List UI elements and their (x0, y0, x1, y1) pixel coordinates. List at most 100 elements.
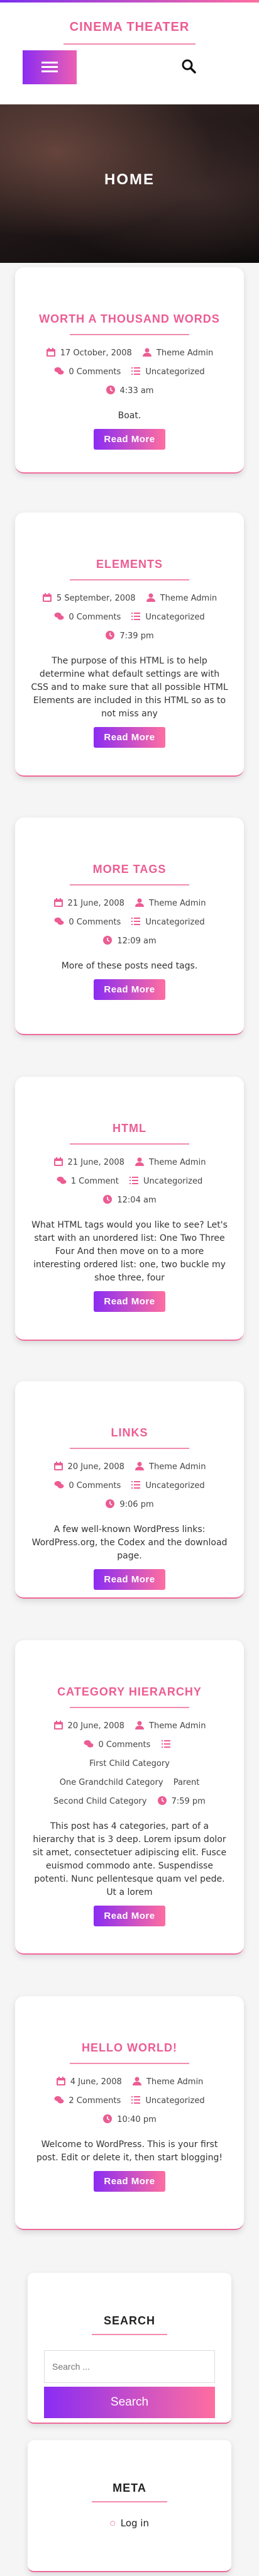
post-title[interactable]: MORE TAGS (30, 862, 229, 877)
post-title[interactable]: HTML (30, 1121, 229, 1136)
search-submit-button[interactable]: Search (44, 2387, 215, 2418)
user-icon (135, 1462, 145, 1470)
post-author[interactable]: Theme Admin (160, 594, 217, 603)
search-icon[interactable] (179, 57, 199, 77)
post-comments[interactable]: 0 Comments (69, 918, 121, 927)
post-card: WORTH A THOUSAND WORDS 17 October, 2008 … (15, 267, 244, 474)
user-icon (132, 2077, 141, 2085)
post-excerpt: What HTML tags would you like to see? Le… (31, 1220, 228, 1283)
post-author[interactable]: Theme Admin (149, 1158, 206, 1167)
post-comments[interactable]: 0 Comments (69, 613, 121, 622)
post-card: HTML 21 June, 2008 Theme Admin 1 Comment… (15, 1077, 244, 1341)
post-title[interactable]: WORTH A THOUSAND WORDS (30, 311, 229, 326)
calendar-icon (53, 1157, 63, 1166)
login-link-label[interactable]: Log in (121, 2518, 149, 2529)
widget-divider (92, 2501, 167, 2502)
post-title[interactable]: LINKS (30, 1425, 229, 1440)
post-excerpt: A few well-known WordPress links: WordPr… (31, 1524, 228, 1561)
post-time: 12:04 am (117, 1196, 157, 1205)
comments-icon (54, 2096, 64, 2104)
read-more-button[interactable]: Read More (94, 727, 165, 748)
post-comments[interactable]: 0 Comments (69, 1481, 121, 1491)
post-comments[interactable]: 2 Comments (69, 2096, 121, 2106)
read-more-button[interactable]: Read More (94, 2171, 165, 2192)
search-input[interactable] (44, 2350, 215, 2383)
post-excerpt: The purpose of this HTML is to help dete… (31, 656, 228, 719)
post-date[interactable]: 21 June, 2008 (68, 899, 124, 908)
category-link[interactable]: First Child Category (89, 1755, 170, 1774)
post-excerpt: More of these posts need tags. (61, 961, 198, 971)
calendar-icon (53, 898, 63, 907)
post-category[interactable]: Uncategorized (145, 613, 204, 622)
read-more-button[interactable]: Read More (94, 1291, 165, 1312)
post-category[interactable]: Uncategorized (145, 2096, 204, 2106)
category-link[interactable]: Second Child Category (53, 1792, 146, 1811)
clock-icon (103, 2114, 113, 2123)
calendar-icon (53, 1462, 63, 1470)
category-link[interactable]: Parent (174, 1774, 200, 1792)
post-author[interactable]: Theme Admin (157, 348, 213, 358)
post-category[interactable]: Uncategorized (145, 1481, 204, 1491)
list-icon (130, 1177, 139, 1184)
post-title[interactable]: HELLO WORLD! (30, 2040, 229, 2055)
menu-button[interactable] (23, 50, 77, 84)
post-date[interactable]: 20 June, 2008 (68, 1721, 124, 1731)
clock-icon (157, 1796, 167, 1805)
user-icon (135, 1157, 145, 1166)
post-author[interactable]: Theme Admin (149, 1721, 206, 1731)
post-comments[interactable]: 0 Comments (98, 1740, 150, 1750)
post-author[interactable]: Theme Admin (149, 899, 206, 908)
post-title-divider (70, 884, 189, 886)
read-more-button[interactable]: Read More (94, 979, 165, 1000)
post-excerpt: Welcome to WordPress. This is your first… (36, 2140, 223, 2163)
post-excerpt: This post has 4 categories, part of a hi… (32, 1821, 227, 1897)
widget-divider (92, 2334, 167, 2335)
clock-icon (106, 1499, 115, 1508)
widget-title: META (113, 2482, 146, 2494)
post-title[interactable]: ELEMENTS (30, 557, 229, 572)
post-date[interactable]: 17 October, 2008 (60, 348, 132, 358)
site-header: CINEMA THEATER (0, 3, 259, 104)
calendar-icon (53, 1721, 63, 1729)
post-time: 9:06 pm (119, 1500, 154, 1509)
search-widget: SEARCH Search (28, 2273, 231, 2424)
post-comments[interactable]: 1 Comment (71, 1177, 119, 1186)
clock-icon (103, 936, 113, 945)
post-meta: 5 September, 2008 Theme Admin 0 Comments… (30, 589, 229, 646)
post-title-divider (70, 334, 189, 335)
post-title[interactable]: CATEGORY HIERARCHY (30, 1684, 229, 1699)
post-card: CATEGORY HIERARCHY 20 June, 2008 Theme A… (15, 1640, 244, 1955)
post-title-divider (70, 579, 189, 580)
site-title[interactable]: CINEMA THEATER (0, 3, 259, 35)
post-meta: 17 October, 2008 Theme Admin 0 Comments … (30, 344, 229, 401)
read-more-button[interactable]: Read More (94, 429, 165, 450)
widget-title: SEARCH (103, 2314, 155, 2327)
hamburger-icon (41, 62, 58, 73)
login-link[interactable]: ○ Log in (44, 2518, 215, 2529)
post-card: ELEMENTS 5 September, 2008 Theme Admin 0… (15, 513, 244, 777)
post-time: 10:40 pm (117, 2115, 157, 2124)
post-author[interactable]: Theme Admin (146, 2077, 203, 2087)
read-more-button[interactable]: Read More (94, 1569, 165, 1590)
category-link[interactable]: One Grandchild Category (60, 1774, 163, 1792)
bullet-icon: ○ (110, 2520, 116, 2527)
post-excerpt: Boat. (118, 411, 141, 421)
post-date[interactable]: 4 June, 2008 (70, 2077, 122, 2087)
post-date[interactable]: 20 June, 2008 (68, 1462, 124, 1472)
post-time: 7:59 pm (171, 1797, 206, 1806)
post-title-divider (70, 2063, 189, 2064)
post-author[interactable]: Theme Admin (149, 1462, 206, 1472)
post-category[interactable]: Uncategorized (145, 367, 204, 377)
post-card: LINKS 20 June, 2008 Theme Admin 0 Commen… (15, 1381, 244, 1599)
post-date[interactable]: 21 June, 2008 (68, 1158, 124, 1167)
post-date[interactable]: 5 September, 2008 (57, 594, 136, 603)
comments-icon (54, 367, 64, 375)
list-icon (131, 613, 141, 620)
post-category[interactable]: Uncategorized (145, 918, 204, 927)
post-comments[interactable]: 0 Comments (69, 367, 121, 377)
post-category[interactable]: Uncategorized (143, 1177, 202, 1186)
post-title-divider (70, 1143, 189, 1145)
post-time: 7:39 pm (119, 631, 154, 641)
read-more-button[interactable]: Read More (94, 1906, 165, 1926)
hero-banner: HOME (0, 104, 259, 263)
